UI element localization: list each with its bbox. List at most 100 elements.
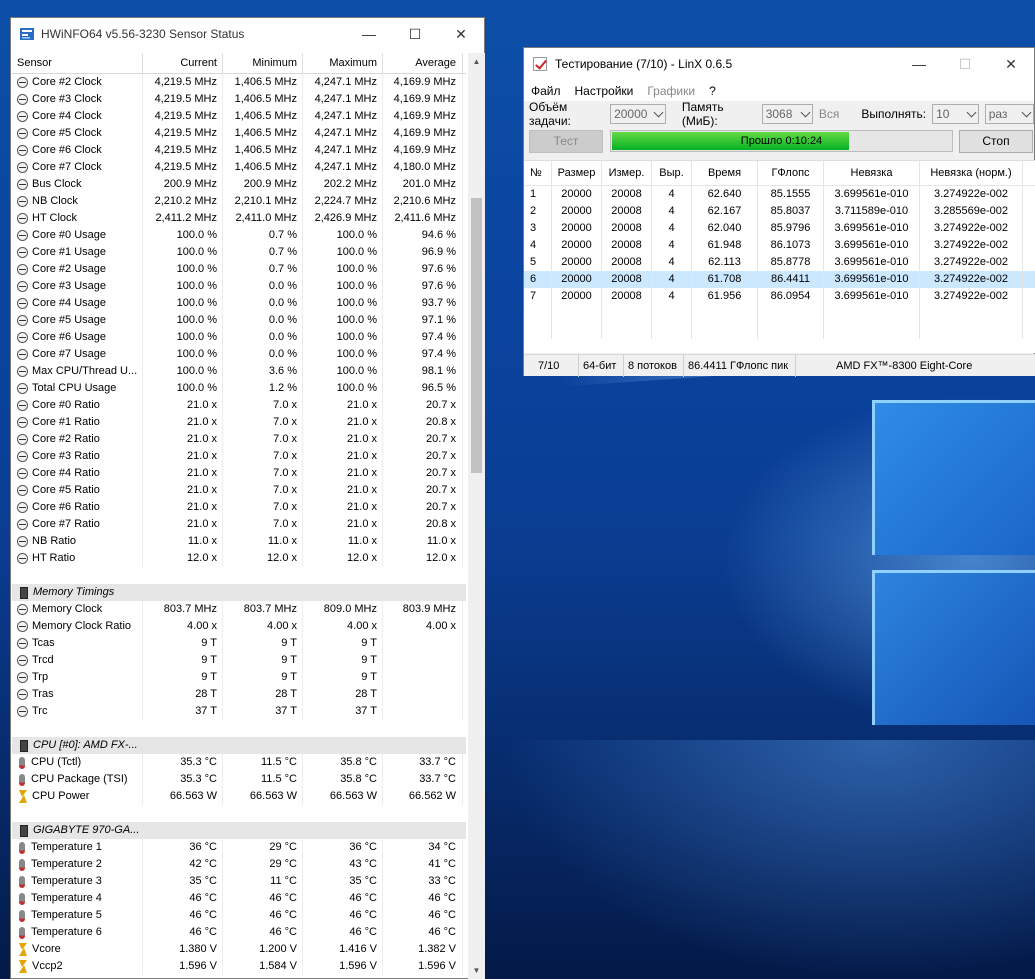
sensor-row[interactable]: Memory Clock Ratio 4.00 x 4.00 x 4.00 x 4.00… (12, 618, 466, 635)
sensor-row[interactable]: Tras 28 T 28 T 28 T (12, 686, 466, 703)
sensor-row[interactable]: CPU Package (TSI) 35.3 °C 11.5 °C 35.8 °C 33… (12, 771, 466, 788)
linx-close-button[interactable]: ✕ (988, 48, 1034, 80)
run-unit-combo[interactable]: раз (984, 103, 1035, 124)
sensor-scrollbar[interactable]: ▲ ▼ (468, 53, 485, 979)
column-header-current[interactable]: Current (143, 52, 223, 74)
sensor-row[interactable]: Temperature 1 36 °C 29 °C 36 °C 34 °C (12, 839, 466, 856)
result-row[interactable]: 2 20000 20008 4 62.167 85.8037 3.711589e-010 3.… (524, 203, 1035, 220)
column-header-gflops[interactable]: ГФлопс (758, 160, 824, 186)
result-row[interactable]: 3 20000 20008 4 62.040 85.9796 3.699561e-010 3.… (524, 220, 1035, 237)
result-row[interactable]: 4 20000 20008 4 61.948 86.1073 3.699561e-010 3.… (524, 237, 1035, 254)
column-header-alignment[interactable]: Выр. (652, 160, 692, 186)
sensor-name-cell: Temperature 2 (12, 856, 143, 873)
sensor-name-cell: Core #4 Clock (12, 108, 143, 125)
sensor-row[interactable]: HT Clock 2,411.2 MHz 2,411.0 MHz 2,426.9 MH… (12, 210, 466, 227)
column-header-residual[interactable]: Невязка (824, 160, 920, 186)
test-button[interactable]: Тест (529, 129, 603, 153)
column-header-dimension[interactable]: Измер. (602, 160, 652, 186)
hwinfo-window[interactable]: HWiNFO64 v5.56-3230 Sensor Status — ☐ ✕ … (10, 17, 485, 979)
sensor-row[interactable]: Core #1 Ratio 21.0 x 7.0 x 21.0 x 20.8 x (12, 414, 466, 431)
menu-help[interactable]: ? (709, 84, 716, 98)
sensor-row[interactable]: Core #7 Ratio 21.0 x 7.0 x 21.0 x 20.8 x (12, 516, 466, 533)
sensor-row[interactable]: Core #7 Clock 4,219.5 MHz 1,406.5 MHz 4,247… (12, 159, 466, 176)
all-memory-checkbox-label[interactable]: Вся (819, 107, 840, 121)
sensor-row[interactable]: Core #5 Clock 4,219.5 MHz 1,406.5 MHz 4,247… (12, 125, 466, 142)
sensor-row[interactable]: Trc 37 T 37 T 37 T (12, 703, 466, 720)
sensor-row[interactable]: Core #6 Usage 100.0 % 0.0 % 100.0 % 97.4 % (12, 329, 466, 346)
sensor-row[interactable]: NB Ratio 11.0 x 11.0 x 11.0 x 11.0 x (12, 533, 466, 550)
sensor-row[interactable]: Core #0 Ratio 21.0 x 7.0 x 21.0 x 20.7 x (12, 397, 466, 414)
sensor-row[interactable]: Total CPU Usage 100.0 % 1.2 % 100.0 % 96.5 % (12, 380, 466, 397)
sensor-name-cell: Core #5 Usage (12, 312, 143, 329)
column-header-residual-norm[interactable]: Невязка (норм.) (920, 160, 1023, 186)
sensor-row[interactable]: Temperature 2 42 °C 29 °C 43 °C 41 °C (12, 856, 466, 873)
sensor-row[interactable]: Bus Clock 200.9 MHz 200.9 MHz 202.2 MHz 201.… (12, 176, 466, 193)
column-header-size[interactable]: Размер (552, 160, 602, 186)
sensor-row[interactable]: Core #2 Ratio 21.0 x 7.0 x 21.0 x 20.7 x (12, 431, 466, 448)
sensor-row[interactable]: Core #3 Ratio 21.0 x 7.0 x 21.0 x 20.7 x (12, 448, 466, 465)
sensor-row[interactable]: Core #4 Usage 100.0 % 0.0 % 100.0 % 93.7 % (12, 295, 466, 312)
sensor-row[interactable]: Trcd 9 T9 T9 T (12, 652, 466, 669)
sensor-row[interactable]: Temperature 5 46 °C 46 °C 46 °C 46 °C (12, 907, 466, 924)
sensor-row[interactable]: Memory Clock 803.7 MHz 803.7 MHz 809.0 MHz 8… (12, 601, 466, 618)
column-header-number[interactable]: № (524, 160, 552, 186)
minimize-button[interactable]: — (346, 18, 392, 50)
sensor-row[interactable]: Core #4 Clock 4,219.5 MHz 1,406.5 MHz 4,247… (12, 108, 466, 125)
sensor-row[interactable]: Core #5 Ratio 21.0 x 7.0 x 21.0 x 20.7 x (12, 482, 466, 499)
sensor-row[interactable]: Temperature 6 46 °C 46 °C 46 °C 46 °C (12, 924, 466, 941)
column-header-average[interactable]: Average (383, 52, 463, 74)
sensor-row[interactable]: Core #2 Clock 4,219.5 MHz 1,406.5 MHz 4,247… (12, 74, 466, 91)
sensor-row[interactable]: Temperature 3 35 °C 11 °C 35 °C 33 °C (12, 873, 466, 890)
menu-graphs[interactable]: Графики (647, 84, 695, 98)
linx-window[interactable]: Тестирование (7/10) - LinX 0.6.5 — ☐ ✕ Ф… (523, 47, 1035, 377)
sensor-row[interactable]: Core #5 Usage 100.0 % 0.0 % 100.0 % 97.1 % (12, 312, 466, 329)
hwinfo-titlebar[interactable]: HWiNFO64 v5.56-3230 Sensor Status — ☐ ✕ (11, 18, 484, 50)
sensor-row[interactable]: Core #4 Ratio 21.0 x 7.0 x 21.0 x 20.7 x (12, 465, 466, 482)
sensor-group-row[interactable]: CPU [#0]: AMD FX-... (12, 737, 466, 754)
maximize-button[interactable]: ☐ (392, 18, 438, 50)
sensor-group-row[interactable]: Memory Timings (12, 584, 466, 601)
scroll-thumb[interactable] (471, 198, 482, 473)
sensor-row[interactable]: Core #0 Usage 100.0 % 0.7 % 100.0 % 94.6 % (12, 227, 466, 244)
sensor-row[interactable]: Trp 9 T9 T9 T (12, 669, 466, 686)
column-header-minimum[interactable]: Minimum (223, 52, 303, 74)
linx-minimize-button[interactable]: — (896, 48, 942, 80)
sensor-row[interactable]: Core #2 Usage 100.0 % 0.7 % 100.0 % 97.6 % (12, 261, 466, 278)
scroll-up-icon[interactable]: ▲ (468, 53, 485, 70)
memory-combo[interactable]: 3068 (761, 103, 813, 124)
scroll-down-icon[interactable]: ▼ (468, 962, 485, 979)
sensor-row[interactable]: Core #6 Ratio 21.0 x 7.0 x 21.0 x 20.7 x (12, 499, 466, 516)
task-size-combo[interactable]: 20000 (610, 103, 666, 124)
sensor-row[interactable]: NB Clock 2,210.2 MHz 2,210.1 MHz 2,224.7 MH… (12, 193, 466, 210)
sensor-row[interactable]: HT Ratio 12.0 x 12.0 x 12.0 x 12.0 x (12, 550, 466, 567)
result-row[interactable]: 6 20000 20008 4 61.708 86.4411 3.699561e-010 3.… (524, 271, 1035, 288)
result-row[interactable]: 7 20000 20008 4 61.956 86.0954 3.699561e-010 3.… (524, 288, 1035, 305)
column-header-sensor[interactable]: Sensor (12, 52, 143, 74)
result-row[interactable]: 5 20000 20008 4 62.113 85.8778 3.699561e-010 3.… (524, 254, 1035, 271)
sensor-row[interactable]: Core #3 Usage 100.0 % 0.0 % 100.0 % 97.6 % (12, 278, 466, 295)
linx-titlebar[interactable]: Тестирование (7/10) - LinX 0.6.5 — ☐ ✕ (524, 48, 1034, 80)
sensor-row[interactable]: CPU Power 66.563 W 66.563 W 66.563 W 66.562 … (12, 788, 466, 805)
stop-button[interactable]: Стоп (959, 129, 1033, 153)
run-count-combo[interactable]: 10 (932, 103, 979, 124)
menu-file[interactable]: Файл (531, 84, 561, 98)
column-header-time[interactable]: Время (692, 160, 758, 186)
sensor-row[interactable]: Temperature 4 46 °C 46 °C 46 °C 46 °C (12, 890, 466, 907)
column-header-maximum[interactable]: Maximum (303, 52, 383, 74)
sensor-table[interactable]: Sensor Current Minimum Maximum Average C… (12, 52, 466, 975)
sensor-row[interactable]: Core #3 Clock 4,219.5 MHz 1,406.5 MHz 4,247… (12, 91, 466, 108)
sensor-group-row[interactable]: GIGABYTE 970-GA... (12, 822, 466, 839)
results-table[interactable]: № Размер Измер. Выр. Время ГФлопс Невязк… (524, 160, 1035, 353)
sensor-row[interactable]: Core #6 Clock 4,219.5 MHz 1,406.5 MHz 4,247… (12, 142, 466, 159)
sensor-row[interactable]: Vccp2 1.596 V 1.584 V 1.596 V 1.596 V (12, 958, 466, 975)
sensor-row[interactable]: Vcore 1.380 V 1.200 V 1.416 V 1.382 V (12, 941, 466, 958)
close-button[interactable]: ✕ (438, 18, 484, 50)
sensor-name-cell: Trc (12, 703, 143, 720)
menu-settings[interactable]: Настройки (575, 84, 634, 98)
sensor-row[interactable]: Core #7 Usage 100.0 % 0.0 % 100.0 % 97.4 % (12, 346, 466, 363)
sensor-row[interactable]: CPU (Tctl) 35.3 °C 11.5 °C 35.8 °C 33.7 °C (12, 754, 466, 771)
result-row[interactable]: 1 20000 20008 4 62.640 85.1555 3.699561e-010 3.… (524, 186, 1035, 203)
sensor-row[interactable]: Tcas 9 T9 T9 T (12, 635, 466, 652)
sensor-row[interactable]: Max CPU/Thread U... 100.0 % 3.6 % 100.0 % 98… (12, 363, 466, 380)
sensor-row[interactable]: Core #1 Usage 100.0 % 0.7 % 100.0 % 96.9 % (12, 244, 466, 261)
